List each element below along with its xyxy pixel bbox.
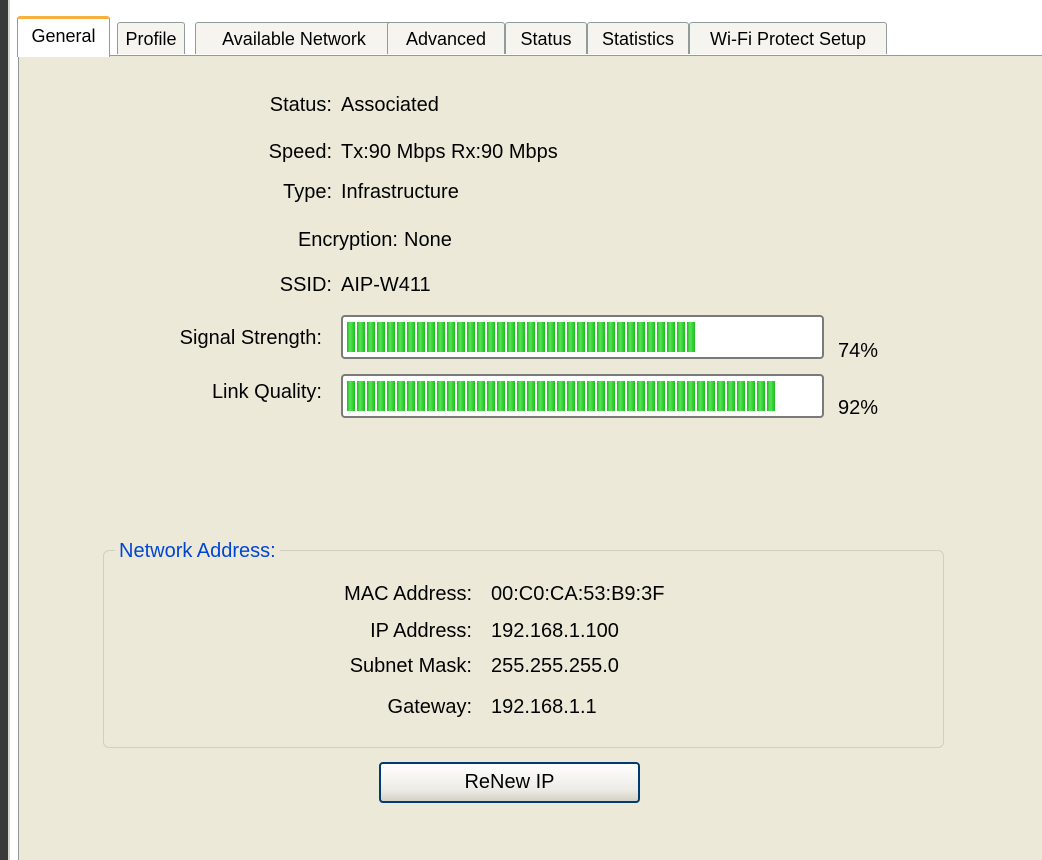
tab-statistics[interactable]: Statistics [587, 22, 689, 54]
signal-strength-percent: 74% [838, 340, 879, 362]
ip-address-label: IP Address: [370, 620, 472, 642]
ssid-value: AIP-W411 [341, 274, 431, 296]
network-address-title: Network Address: [115, 540, 280, 563]
tab-strip: General Profile Available Network Advanc… [17, 14, 1042, 57]
tab-available-network[interactable]: Available Network [195, 22, 393, 54]
ssid-label: SSID: [279, 274, 332, 296]
tab-general[interactable]: General [17, 16, 110, 57]
ip-address-value: 192.168.1.100 [491, 620, 619, 642]
link-quality-bar [341, 374, 824, 418]
mac-address-label: MAC Address: [344, 583, 472, 605]
status-label: Status: [269, 94, 332, 116]
renew-ip-button[interactable]: ReNew IP [379, 762, 640, 803]
link-quality-bar-fill [347, 381, 777, 411]
tab-profile[interactable]: Profile [117, 22, 185, 54]
subnet-mask-value: 255.255.255.0 [491, 655, 619, 677]
type-value: Infrastructure [341, 181, 459, 203]
window: General Profile Available Network Advanc… [0, 0, 1042, 860]
tab-wifi-protect-setup[interactable]: Wi-Fi Protect Setup [689, 22, 887, 54]
link-quality-label: Link Quality: [211, 381, 322, 403]
mac-address-value: 00:C0:CA:53:B9:3F [491, 583, 665, 605]
gateway-label: Gateway: [387, 696, 472, 718]
subnet-mask-label: Subnet Mask: [349, 655, 472, 677]
speed-label: Speed: [268, 141, 332, 163]
window-left-border [0, 0, 8, 860]
tab-status[interactable]: Status [505, 22, 587, 54]
type-label: Type: [283, 181, 332, 203]
encryption-value: None [404, 229, 452, 251]
status-value: Associated [341, 94, 439, 116]
speed-value: Tx:90 Mbps Rx:90 Mbps [341, 141, 558, 163]
link-quality-percent: 92% [838, 397, 879, 419]
gateway-value: 192.168.1.1 [491, 696, 597, 718]
window-left-border-highlight [8, 0, 10, 860]
tab-advanced[interactable]: Advanced [387, 22, 505, 54]
encryption-label: Encryption: [297, 229, 398, 251]
signal-strength-bar [341, 315, 824, 359]
signal-strength-bar-fill [347, 322, 697, 352]
signal-strength-label: Signal Strength: [179, 327, 322, 349]
